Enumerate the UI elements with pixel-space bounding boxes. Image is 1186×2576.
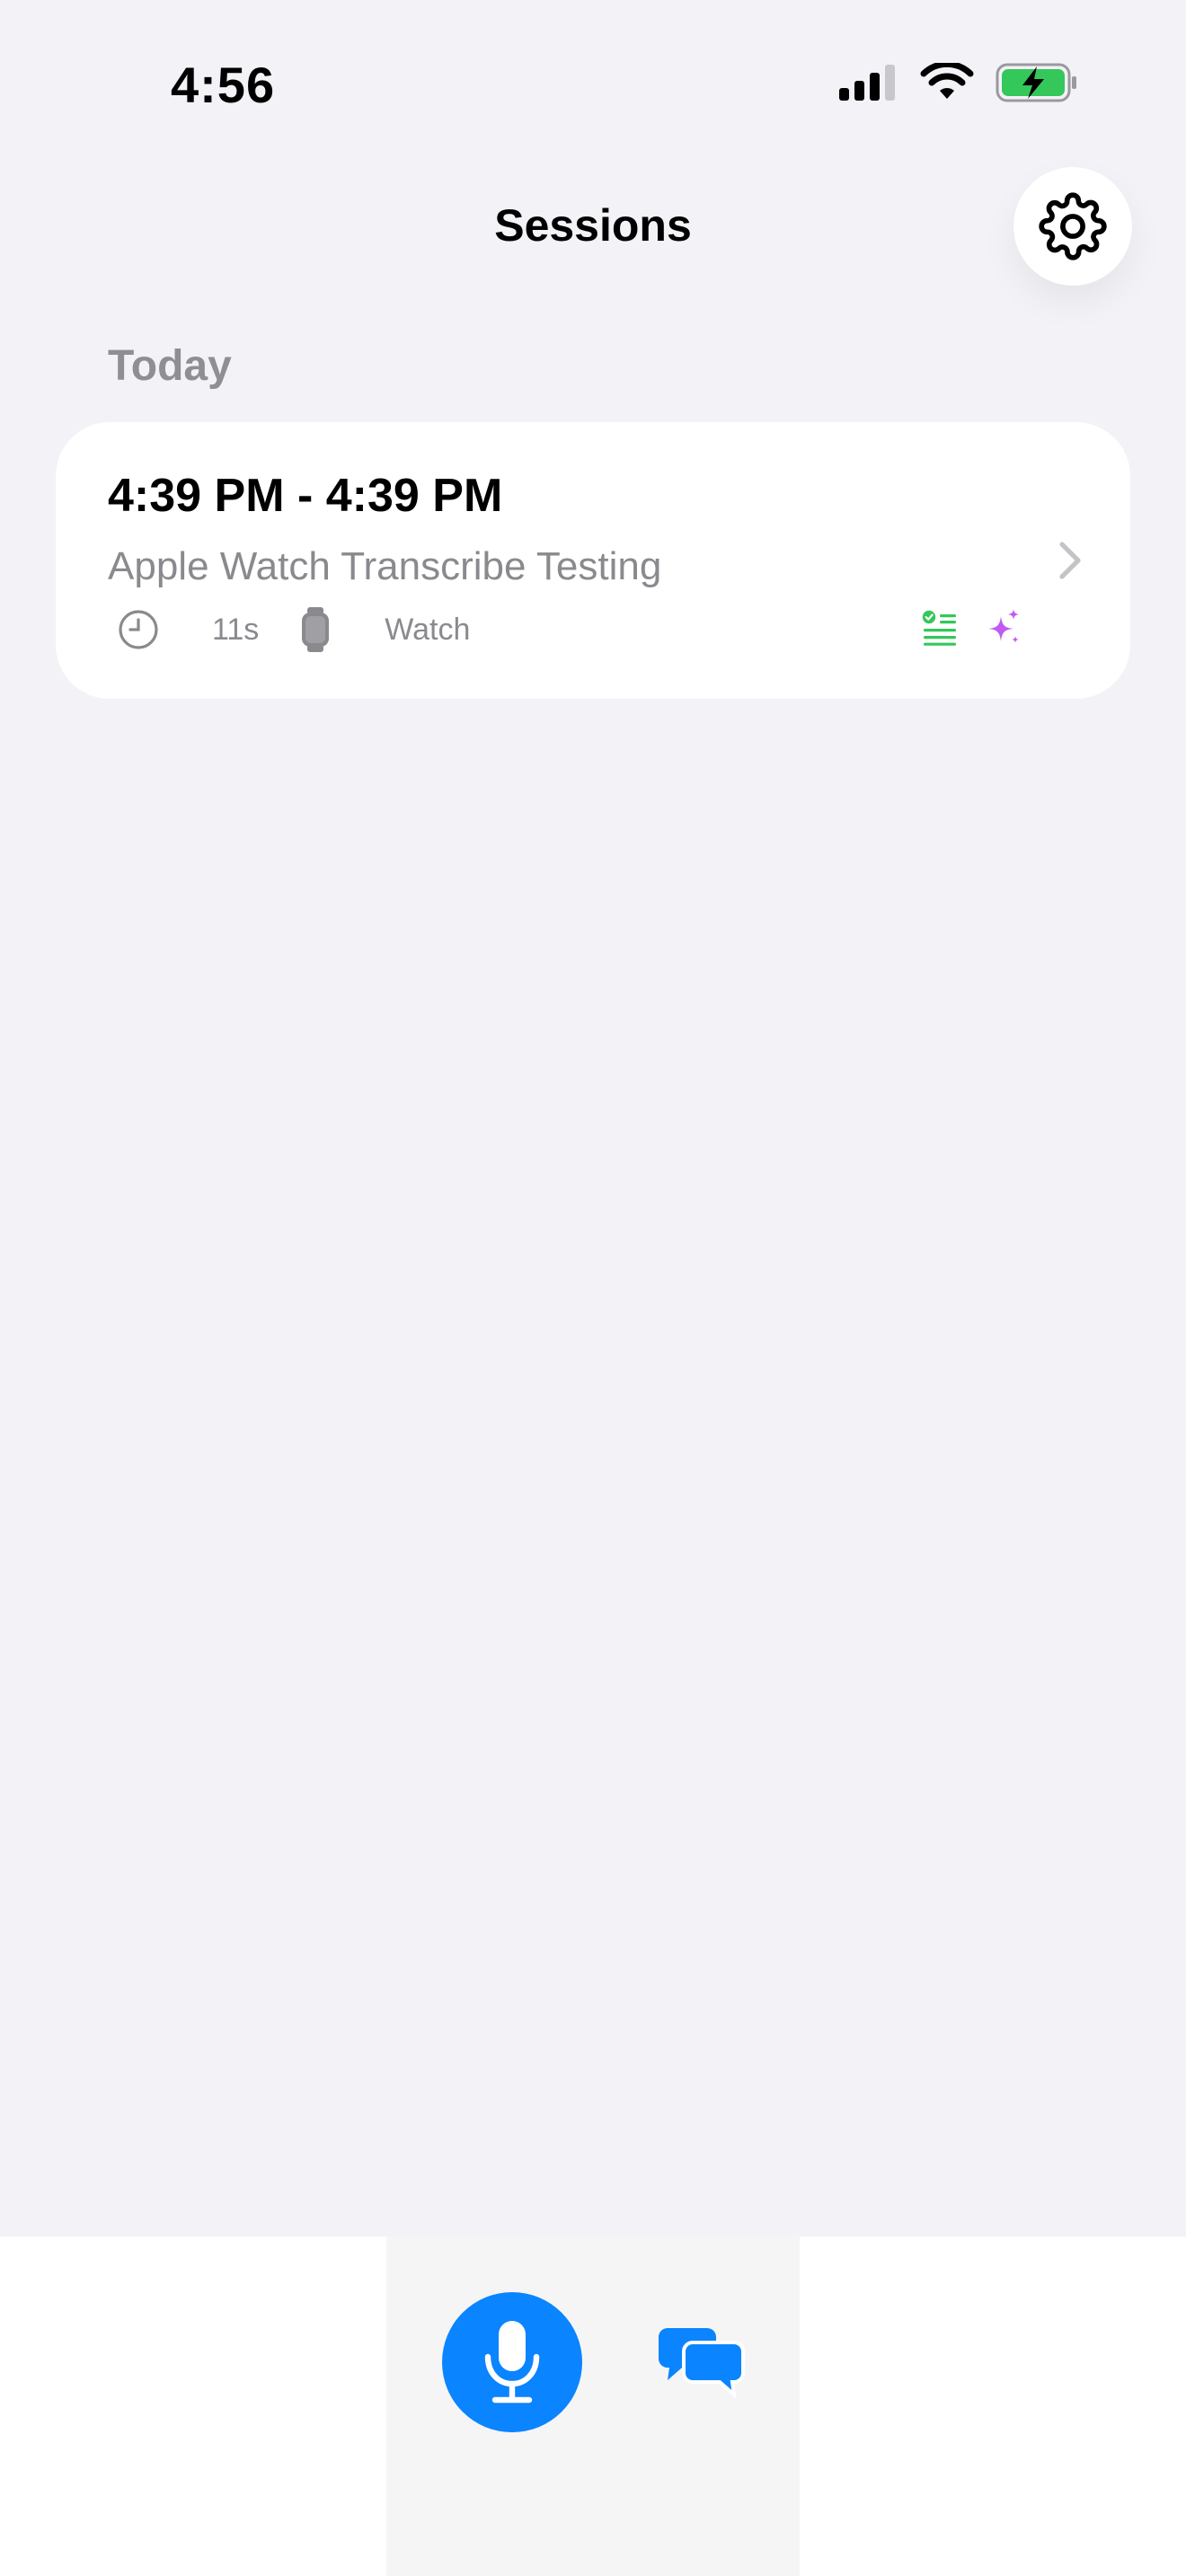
section-header-today: Today: [108, 342, 232, 390]
toolbar-controls: [386, 2236, 800, 2576]
chat-button[interactable]: [656, 2317, 746, 2407]
session-card[interactable]: 4:39 PM - 4:39 PM Apple Watch Transcribe…: [56, 422, 1130, 699]
page-title: Sessions: [494, 200, 692, 251]
record-button[interactable]: [442, 2292, 582, 2432]
session-time-range: 4:39 PM - 4:39 PM: [108, 470, 503, 522]
cellular-signal-icon: [839, 65, 895, 101]
session-badges: [922, 607, 1022, 648]
session-source: Watch: [385, 612, 471, 647]
session-title: Apple Watch Transcribe Testing: [108, 544, 662, 588]
checklist-icon: [922, 610, 956, 646]
chevron-right-icon: [1059, 542, 1081, 579]
session-meta: 11s Watch: [117, 607, 470, 652]
session-duration: 11s: [212, 612, 260, 647]
bottom-toolbar: [0, 2236, 1186, 2576]
sparkles-icon: [988, 609, 1019, 643]
status-indicators: [839, 63, 1078, 102]
status-time: 4:56: [171, 57, 276, 113]
microphone-icon: [484, 2321, 540, 2404]
battery-charging-icon: [996, 63, 1076, 102]
clock-icon: [119, 610, 158, 649]
gear-icon: [1039, 192, 1107, 260]
settings-button[interactable]: [1013, 167, 1132, 286]
watch-icon: [302, 607, 330, 652]
wifi-icon: [920, 63, 974, 99]
chat-bubbles-icon: [659, 2328, 745, 2398]
